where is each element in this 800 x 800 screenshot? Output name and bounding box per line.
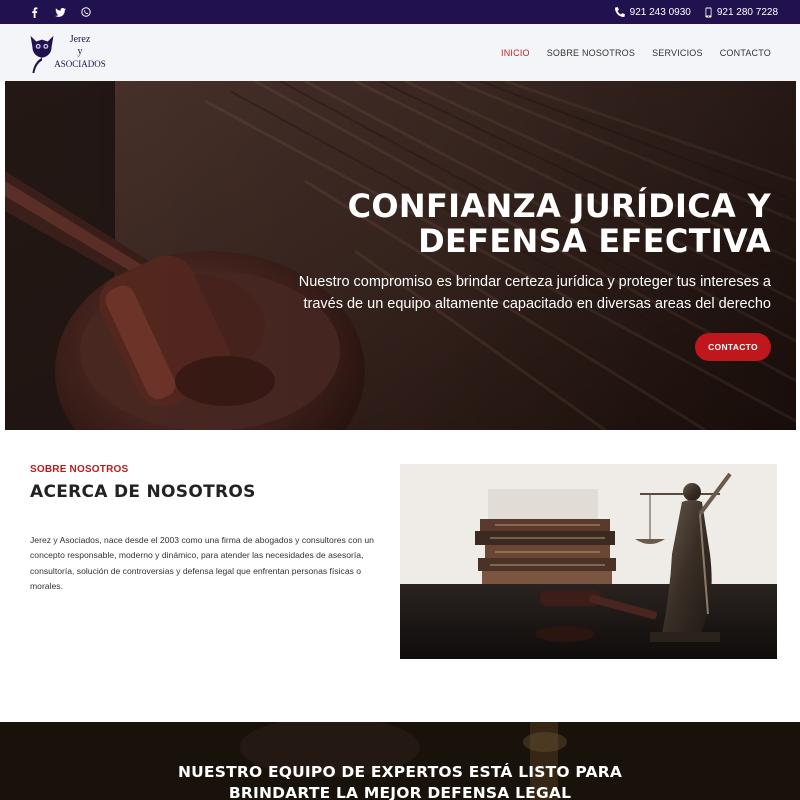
brand-name-line1: Jerez <box>69 34 91 45</box>
brand-logo[interactable]: Jerez y Asociados <box>28 32 106 76</box>
nav-item-sobre-nosotros[interactable]: SOBRE NOSOTROS <box>547 48 635 58</box>
facebook-icon[interactable] <box>28 6 40 18</box>
phone-number-1: 921 243 0930 <box>629 6 691 18</box>
contact-phones: 921 243 0930 921 280 7228 <box>614 0 778 24</box>
phone-contact-1[interactable]: 921 243 0930 <box>614 6 691 18</box>
hero-title-line1: CONFIANZA JURÍDICA Y <box>347 187 771 225</box>
experts-banner: NUESTRO EQUIPO DE EXPERTOS ESTÁ LISTO PA… <box>0 722 800 800</box>
hero-subtitle-line2: través de un equipo altamente capacitado… <box>303 296 771 312</box>
phone-contact-2[interactable]: 921 280 7228 <box>705 7 778 18</box>
main-nav: INICIO SOBRE NOSOTROS SERVICIOS CONTACTO <box>501 24 771 81</box>
phone-number-2: 921 280 7228 <box>716 6 778 18</box>
hero-title: CONFIANZA JURÍDICA Y DEFENSA EFECTIVA <box>251 189 771 259</box>
nav-item-servicios[interactable]: SERVICIOS <box>652 48 703 58</box>
banner-title: NUESTRO EQUIPO DE EXPERTOS ESTÁ LISTO PA… <box>0 762 800 800</box>
banner-title-line2: BRINDARTE LA MEJOR DEFENSA LEGAL <box>228 784 572 800</box>
mobile-phone-icon <box>705 7 712 17</box>
brand-name: Jerez y Asociados <box>50 34 110 70</box>
about-title: ACERCA DE NOSOTROS <box>30 482 256 502</box>
phone-icon <box>614 7 625 17</box>
banner-title-line1: NUESTRO EQUIPO DE EXPERTOS ESTÁ LISTO PA… <box>177 763 623 781</box>
hero-banner: CONFIANZA JURÍDICA Y DEFENSA EFECTIVA Nu… <box>5 81 796 430</box>
hero-subtitle-line1: Nuestro compromiso es brindar certeza ju… <box>298 274 771 290</box>
hero-title-line2: DEFENSA EFECTIVA <box>418 222 771 260</box>
lady-justice-image <box>400 464 777 659</box>
hero-subtitle: Nuestro compromiso es brindar certeza ju… <box>271 271 771 315</box>
contact-button[interactable]: CONTACTO <box>695 333 771 361</box>
nav-item-inicio[interactable]: INICIO <box>501 48 530 58</box>
about-kicker: SOBRE NOSOTROS <box>30 464 129 475</box>
whatsapp-icon[interactable] <box>80 7 92 17</box>
social-links <box>28 0 92 24</box>
twitter-icon[interactable] <box>54 7 66 17</box>
nav-item-contacto[interactable]: CONTACTO <box>720 48 771 58</box>
brand-name-line2: y <box>77 46 83 57</box>
top-bar: 921 243 0930 921 280 7228 <box>0 0 800 24</box>
about-description: Jerez y Asociados, nace desde el 2003 co… <box>30 535 374 592</box>
brand-name-line3: Asociados <box>54 59 106 69</box>
site-header: Jerez y Asociados INICIO SOBRE NOSOTROS … <box>0 24 800 81</box>
